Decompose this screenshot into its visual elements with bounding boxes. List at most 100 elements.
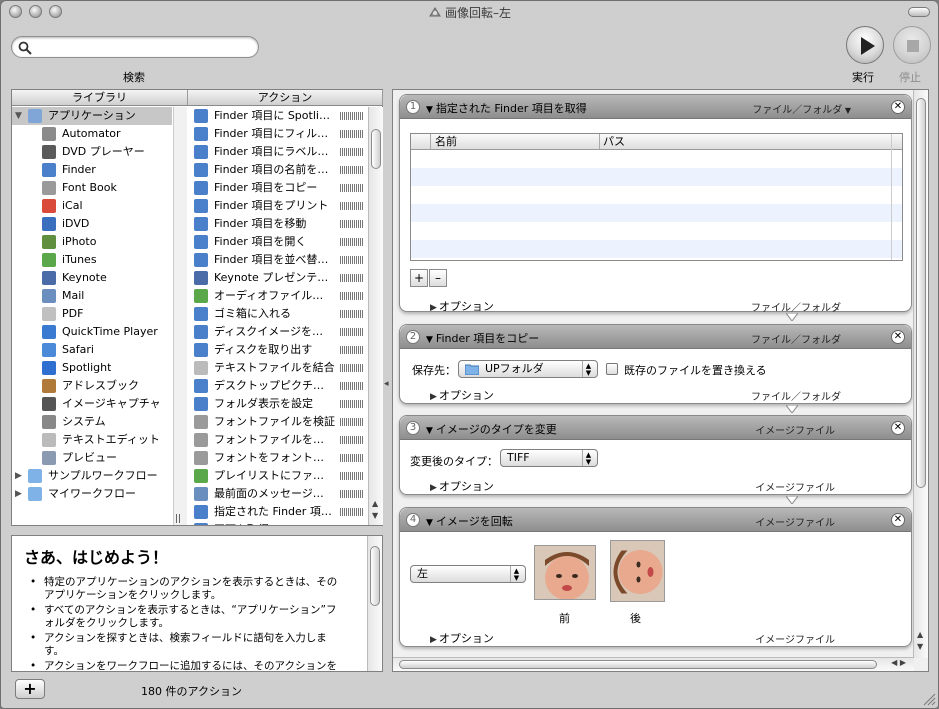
library-item[interactable]: iPhoto <box>12 233 172 251</box>
library-item[interactable]: Font Book <box>12 179 172 197</box>
library-item[interactable]: ▶ マイワークフロー <box>12 485 172 503</box>
drag-handle-icon[interactable] <box>340 418 364 426</box>
action-item[interactable]: フォントをフォント… <box>188 449 366 467</box>
action-header[interactable]: 3 ▼ イメージのタイプを変更 イメージファイル ✕ <box>400 416 911 440</box>
destination-popup[interactable]: UPフォルダ ▲ ▼ <box>458 360 598 378</box>
disclosure-right-icon[interactable]: ▶ <box>15 485 22 503</box>
drag-handle-icon[interactable] <box>340 454 364 462</box>
remove-action-button[interactable]: ✕ <box>891 513 905 527</box>
drag-handle-icon[interactable] <box>340 328 364 336</box>
action-item[interactable]: ディスクイメージを… <box>188 323 366 341</box>
drag-handle-icon[interactable] <box>340 166 364 174</box>
options-toggle[interactable]: ▶ オプション <box>430 630 494 646</box>
workflow-vertical-scrollbar[interactable]: ▲ ▼ <box>913 90 928 658</box>
disclosure-down-icon[interactable]: ▼ <box>426 518 433 528</box>
drag-handle-icon[interactable] <box>340 472 364 480</box>
remove-action-button[interactable]: ✕ <box>891 330 905 344</box>
action-item[interactable]: Finder 項目を移動 <box>188 215 366 233</box>
library-item[interactable]: DVD プレーヤー <box>12 143 172 161</box>
drag-handle-icon[interactable] <box>340 490 364 498</box>
description-scrollbar[interactable] <box>367 536 382 671</box>
library-item[interactable]: アドレスブック <box>12 377 172 395</box>
library-item[interactable]: QuickTime Player <box>12 323 172 341</box>
disclosure-down-icon[interactable]: ▼ <box>426 335 433 345</box>
disclosure-down-icon[interactable]: ▼ <box>15 107 22 125</box>
library-item[interactable]: iCal <box>12 197 172 215</box>
library-item[interactable]: Safari <box>12 341 172 359</box>
file-table[interactable]: 名前 パス <box>410 133 903 261</box>
action-item[interactable]: デスクトップピクチ… <box>188 377 366 395</box>
scroll-up-arrow-icon[interactable]: ▲ <box>372 499 378 508</box>
drag-handle-icon[interactable] <box>340 310 364 318</box>
action-header[interactable]: 2 ▼ Finder 項目をコピー ファイル／フォルダ ✕ <box>400 325 911 349</box>
remove-item-button[interactable]: – <box>429 269 447 287</box>
action-item[interactable]: Finder 項目を開く <box>188 233 366 251</box>
action-item[interactable]: Finder 項目に Spotli… <box>188 107 366 125</box>
action-item[interactable]: 指定された Finder 項… <box>188 503 366 521</box>
drag-handle-icon[interactable] <box>340 346 364 354</box>
action-item[interactable]: Keynote プレゼンテ… <box>188 269 366 287</box>
options-toggle[interactable]: ▶ オプション <box>430 387 494 403</box>
add-item-button[interactable]: + <box>410 269 428 287</box>
action-item[interactable]: 最前面のメッセージ… <box>188 485 366 503</box>
search-field[interactable] <box>11 36 259 58</box>
drag-handle-icon[interactable] <box>340 238 364 246</box>
action-item[interactable]: Finder 項目にラベル… <box>188 143 366 161</box>
resize-grip-icon[interactable] <box>922 692 936 706</box>
scroll-down-arrow-icon[interactable]: ▼ <box>917 642 923 651</box>
action-header[interactable]: 1 ▼ 指定された Finder 項目を取得 ファイル／フォルダ ▼ ✕ <box>400 95 911 119</box>
library-item[interactable]: Spotlight <box>12 359 172 377</box>
description-scroll-thumb[interactable] <box>370 546 380 606</box>
library-item[interactable]: ▶ サンプルワークフロー <box>12 467 172 485</box>
drag-handle-icon[interactable] <box>340 112 364 120</box>
drag-handle-icon[interactable] <box>340 184 364 192</box>
library-item[interactable]: Keynote <box>12 269 172 287</box>
remove-action-button[interactable]: ✕ <box>891 421 905 435</box>
drag-handle-icon[interactable] <box>340 364 364 372</box>
workflow-horizontal-scrollbar[interactable]: ◀ ▶ <box>393 657 914 671</box>
action-title[interactable]: ▼ Finder 項目をコピー <box>426 330 539 346</box>
action-title[interactable]: ▼ イメージのタイプを変更 <box>426 421 557 437</box>
table-row[interactable] <box>411 204 902 222</box>
toolbar-toggle-button[interactable] <box>908 7 930 17</box>
drag-handle-icon[interactable] <box>340 130 364 138</box>
action-item[interactable]: ゴミ箱に入れる <box>188 305 366 323</box>
action-item[interactable]: Finder 項目を並べ替える <box>188 251 366 269</box>
library-item[interactable]: システム <box>12 413 172 431</box>
drag-handle-icon[interactable] <box>340 382 364 390</box>
action-item[interactable]: Finder 項目にフィル… <box>188 125 366 143</box>
add-button[interactable]: + <box>15 679 45 699</box>
library-item[interactable]: iTunes <box>12 251 172 269</box>
library-item[interactable]: プレビュー <box>12 449 172 467</box>
table-row[interactable] <box>411 168 902 186</box>
search-input[interactable] <box>34 39 254 55</box>
stop-button[interactable] <box>893 26 931 64</box>
actions-scroll-thumb[interactable] <box>371 129 381 169</box>
action-item[interactable]: Finder 項目をプリント <box>188 197 366 215</box>
format-popup[interactable]: TIFF ▲ ▼ <box>500 449 598 467</box>
table-row[interactable] <box>411 240 902 258</box>
action-item[interactable]: フォントファイルを… <box>188 431 366 449</box>
scroll-left-right-arrows-icon[interactable]: ◀ ▶ <box>891 658 906 667</box>
actions-scrollbar[interactable]: ▲ ▼ <box>368 107 383 525</box>
action-title[interactable]: ▼ イメージを回転 <box>426 513 513 529</box>
column-name-header[interactable]: 名前 <box>435 134 457 149</box>
disclosure-down-icon[interactable]: ▼ <box>426 105 433 115</box>
action-header[interactable]: 4 ▼ イメージを回転 イメージファイル ✕ <box>400 508 911 532</box>
library-scrollbar[interactable] <box>173 107 187 525</box>
action-item[interactable]: テキストファイルを結合 <box>188 359 366 377</box>
drag-handle-icon[interactable] <box>340 148 364 156</box>
workflow-vertical-scroll-thumb[interactable] <box>916 98 926 488</box>
action-title[interactable]: ▼ 指定された Finder 項目を取得 <box>426 100 587 116</box>
action-item[interactable]: フォルダ表示を設定 <box>188 395 366 413</box>
action-item[interactable]: フォントファイルを検証 <box>188 413 366 431</box>
library-item[interactable]: テキストエディット <box>12 431 172 449</box>
drag-handle-icon[interactable] <box>340 292 364 300</box>
column-resize-grip-icon[interactable] <box>176 513 196 523</box>
library-item[interactable]: ▼ アプリケーション <box>12 107 172 125</box>
drag-handle-icon[interactable] <box>340 436 364 444</box>
drag-handle-icon[interactable] <box>340 256 364 264</box>
action-item[interactable]: Finder 項目をコピー <box>188 179 366 197</box>
drag-handle-icon[interactable] <box>340 400 364 408</box>
action-type-menu[interactable]: ファイル／フォルダ ▼ <box>752 101 851 116</box>
